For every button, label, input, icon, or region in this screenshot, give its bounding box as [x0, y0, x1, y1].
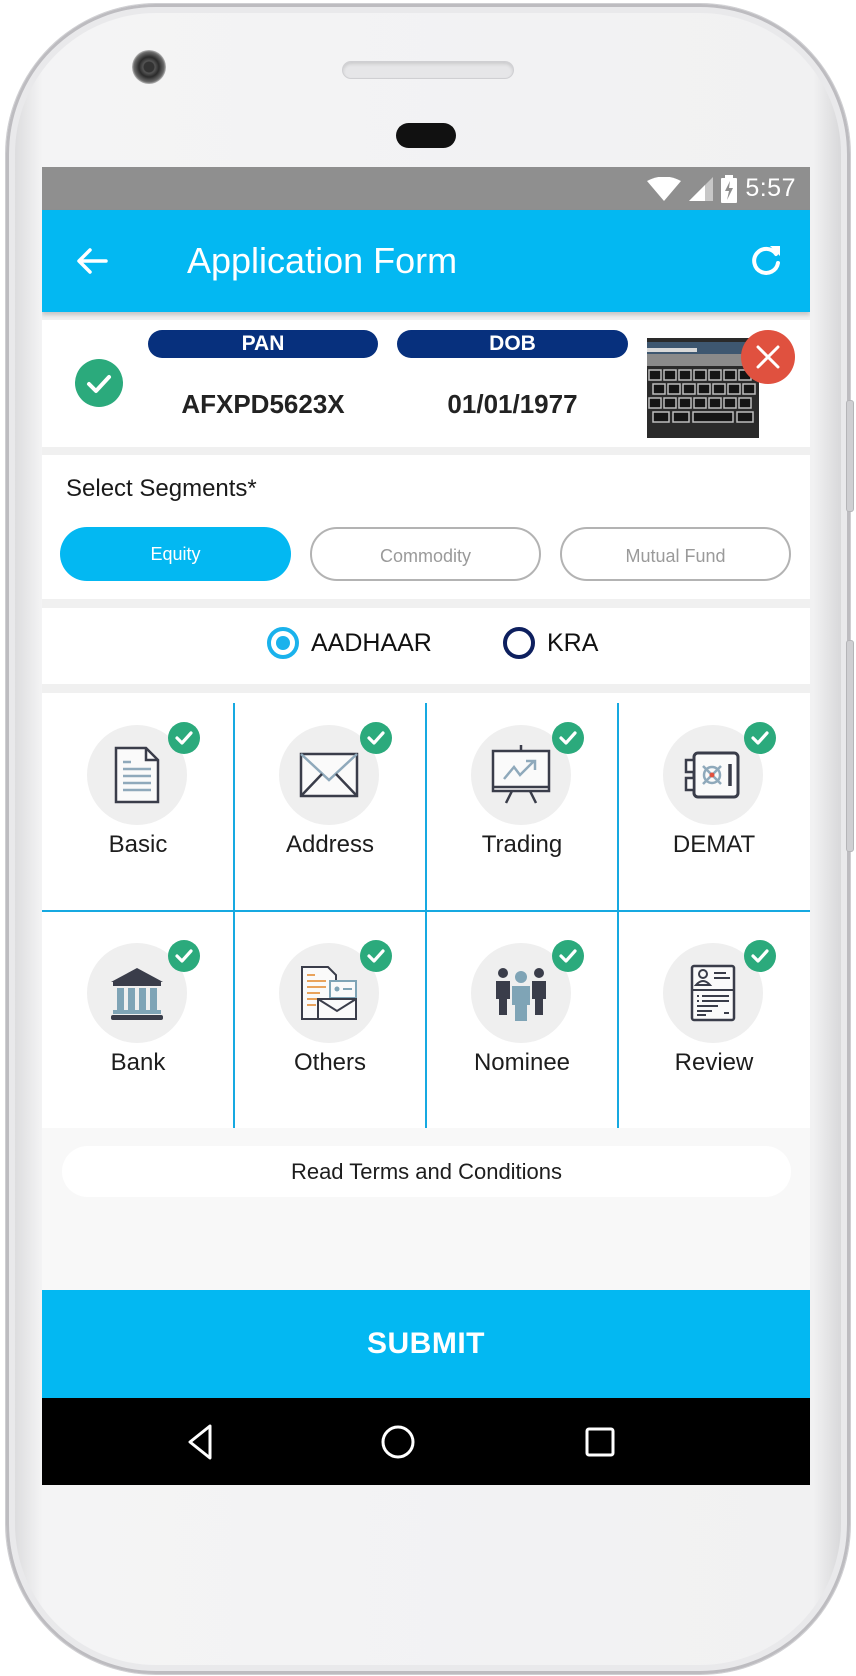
section-bank[interactable]: Bank	[42, 911, 234, 1128]
battery-charging-icon	[721, 174, 738, 203]
envelope-icon	[299, 752, 359, 798]
system-nav-bar	[42, 1398, 810, 1485]
presentation-chart-icon	[491, 745, 551, 804]
section-label: Others	[293, 1049, 367, 1076]
check-icon	[751, 949, 769, 963]
section-address[interactable]: Address	[234, 693, 426, 910]
signal-icon	[689, 176, 714, 201]
sections-grid: Basic Address Trading DEMAT Bank Others …	[42, 693, 810, 1128]
radio-aadhaar[interactable]: AADHAAR	[267, 627, 432, 659]
completed-badge	[360, 722, 392, 754]
verified-badge	[75, 359, 123, 407]
radio-selected-icon	[267, 627, 299, 659]
segments-card: Select Segments* Equity Commodity Mutual…	[42, 455, 810, 599]
check-icon	[559, 731, 577, 745]
back-button[interactable]	[72, 241, 112, 281]
section-label: DEMAT	[672, 831, 756, 858]
app-bar: Application Form	[42, 210, 810, 312]
volume-button	[846, 640, 854, 852]
nav-recents-button[interactable]	[580, 1422, 620, 1462]
check-icon	[175, 731, 193, 745]
refresh-icon	[752, 246, 780, 275]
check-icon	[559, 949, 577, 963]
completed-badge	[744, 722, 776, 754]
front-camera	[132, 50, 166, 84]
id-card-icon	[690, 964, 736, 1022]
dob-label: DOB	[397, 330, 628, 358]
nav-back-button[interactable]	[180, 1422, 220, 1462]
check-icon	[175, 949, 193, 963]
pan-label: PAN	[148, 330, 378, 358]
proximity-sensor	[396, 123, 456, 148]
section-label: Bank	[110, 1049, 166, 1076]
back-triangle-icon	[188, 1424, 212, 1460]
segment-commodity[interactable]: Commodity	[310, 527, 541, 581]
radio-unselected-icon	[503, 627, 535, 659]
dob-value: 01/01/1977	[447, 389, 578, 419]
check-icon	[367, 949, 385, 963]
arrow-left-icon	[77, 248, 108, 274]
status-time: 5:57	[745, 174, 796, 202]
page-title: Application Form	[187, 240, 458, 281]
radio-kra[interactable]: KRA	[503, 627, 598, 659]
completed-badge	[744, 940, 776, 972]
section-trading[interactable]: Trading	[426, 693, 618, 910]
check-icon	[751, 731, 769, 745]
document-icon	[114, 746, 160, 804]
remove-photo-button[interactable]	[741, 330, 795, 384]
section-label: Address	[285, 831, 375, 858]
completed-badge	[168, 940, 200, 972]
completed-badge	[168, 722, 200, 754]
earpiece-speaker	[342, 61, 514, 79]
bank-icon	[111, 968, 163, 1020]
phone-screen: 5:57 Application Form PAN AFXPD5623X DOB…	[42, 167, 810, 1485]
close-icon	[756, 345, 780, 369]
section-demat[interactable]: DEMAT	[618, 693, 810, 910]
kyc-source-card: AADHAAR KRA	[42, 608, 810, 684]
wifi-icon	[647, 176, 682, 201]
section-basic[interactable]: Basic	[42, 693, 234, 910]
segment-mutual-fund[interactable]: Mutual Fund	[560, 527, 791, 581]
people-group-icon	[496, 968, 546, 1021]
terms-button[interactable]: Read Terms and Conditions	[62, 1146, 791, 1197]
terms-area: Read Terms and Conditions	[42, 1128, 810, 1290]
segment-equity[interactable]: Equity	[60, 527, 291, 581]
power-button	[846, 400, 854, 512]
pan-value: AFXPD5623X	[181, 389, 345, 419]
section-label: Nominee	[473, 1049, 571, 1076]
nav-home-button[interactable]	[378, 1422, 418, 1462]
section-label: Basic	[108, 831, 168, 858]
radio-aadhaar-label: AADHAAR	[311, 628, 432, 657]
status-bar: 5:57	[42, 167, 810, 210]
submit-button[interactable]: SUBMIT	[42, 1290, 810, 1398]
recents-square-icon	[585, 1427, 615, 1457]
section-others[interactable]: Others	[234, 911, 426, 1128]
completed-badge	[552, 940, 584, 972]
refresh-button[interactable]	[746, 241, 786, 281]
segments-title: Select Segments*	[66, 475, 257, 502]
completed-badge	[552, 722, 584, 754]
home-circle-icon	[381, 1425, 415, 1459]
safe-vault-icon	[684, 751, 740, 799]
section-label: Review	[674, 1049, 754, 1076]
section-label: Trading	[481, 831, 563, 858]
section-nominee[interactable]: Nominee	[426, 911, 618, 1128]
documents-mail-icon	[301, 966, 357, 1020]
radio-kra-label: KRA	[547, 628, 599, 657]
check-circle-icon	[87, 375, 111, 393]
completed-badge	[360, 940, 392, 972]
check-icon	[367, 731, 385, 745]
section-review[interactable]: Review	[618, 911, 810, 1128]
